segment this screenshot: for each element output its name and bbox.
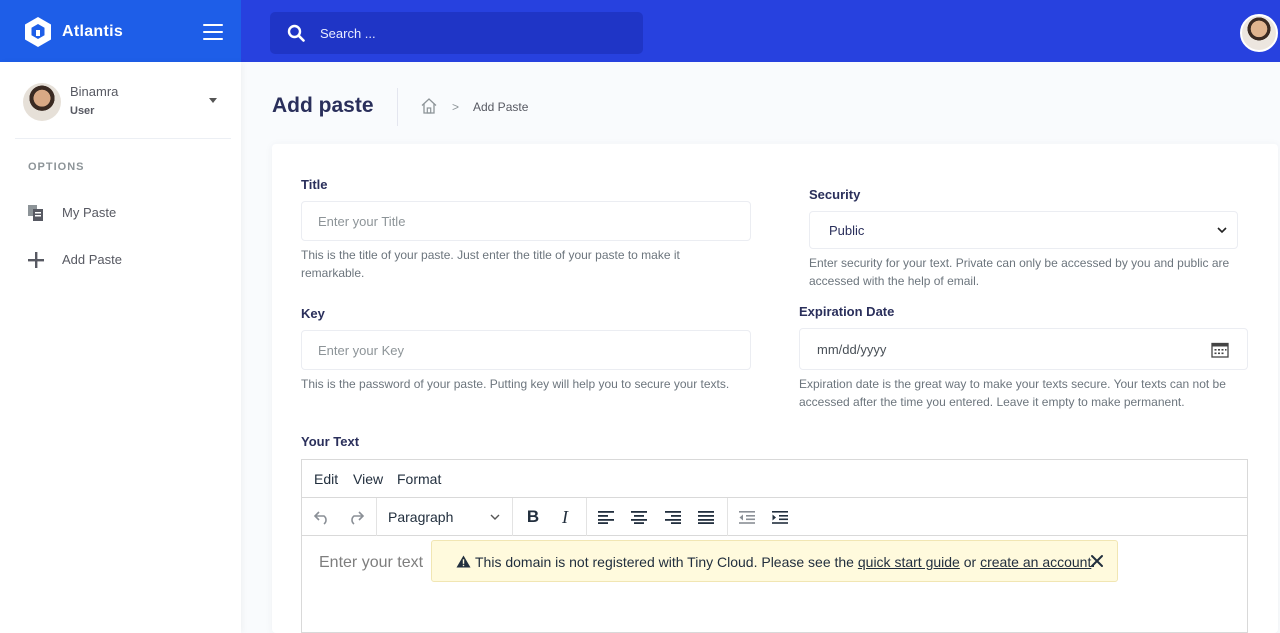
- security-label: Security: [809, 187, 861, 202]
- search-bar: [270, 12, 643, 54]
- key-label: Key: [301, 306, 325, 321]
- chevron-down-icon: [490, 514, 500, 520]
- expiration-help-text: Expiration date is the great way to make…: [799, 377, 1226, 409]
- quick-start-guide-link[interactable]: quick start guide: [858, 554, 960, 570]
- header-divider: [397, 88, 398, 126]
- align-right-icon[interactable]: [660, 505, 686, 529]
- calendar-icon[interactable]: [1211, 341, 1229, 358]
- bold-icon[interactable]: B: [520, 505, 546, 529]
- block-format-select[interactable]: Paragraph: [388, 505, 506, 529]
- align-left-icon[interactable]: [593, 505, 619, 529]
- create-account-link[interactable]: create an account: [980, 554, 1091, 570]
- menu-view[interactable]: View: [353, 471, 383, 487]
- editor-menubar: Edit View Format: [302, 460, 1247, 498]
- key-help-text: This is the password of your paste. Putt…: [301, 377, 730, 391]
- expiration-date-input[interactable]: mm/dd/yyyy: [799, 328, 1248, 370]
- sidebar-item-add-paste[interactable]: Add Paste: [27, 248, 227, 272]
- sidebar-section-label: OPTIONS: [28, 161, 85, 173]
- indent-icon[interactable]: [767, 505, 793, 529]
- search-icon[interactable]: [287, 24, 305, 42]
- plus-icon: [28, 252, 44, 268]
- caret-down-icon[interactable]: [209, 98, 217, 103]
- tiny-cloud-notice: This domain is not registered with Tiny …: [431, 540, 1118, 582]
- date-value: mm/dd/yyyy: [817, 342, 887, 357]
- italic-icon[interactable]: I: [552, 505, 578, 529]
- expiration-label: Expiration Date: [799, 304, 895, 319]
- align-center-icon[interactable]: [626, 505, 652, 529]
- user-avatar: [23, 83, 61, 121]
- breadcrumb-current[interactable]: Add Paste: [473, 100, 528, 114]
- atlantis-logo-icon: [25, 17, 51, 47]
- sidebar-item-label: My Paste: [62, 205, 117, 220]
- security-selected-value: Public: [829, 223, 865, 238]
- chevron-right-icon: >: [452, 100, 460, 114]
- security-help-text: Enter security for your text. Private ca…: [809, 256, 1230, 288]
- menu-format[interactable]: Format: [397, 471, 441, 487]
- app-name[interactable]: Atlantis: [62, 23, 123, 41]
- title-help-text: This is the title of your paste. Just en…: [301, 248, 680, 280]
- profile-avatar[interactable]: [1240, 14, 1278, 52]
- align-justify-icon[interactable]: [693, 505, 719, 529]
- security-select[interactable]: Public: [809, 211, 1238, 249]
- block-format-value: Paragraph: [388, 509, 454, 525]
- home-icon[interactable]: [420, 97, 438, 115]
- redo-icon[interactable]: [343, 505, 369, 529]
- logo-header: Atlantis: [0, 0, 241, 62]
- copy-icon: [28, 205, 43, 221]
- page-title: Add paste: [272, 94, 374, 117]
- rich-text-editor: Edit View Format Paragraph B I Enter you…: [301, 459, 1248, 633]
- user-menu[interactable]: Binamra User: [23, 80, 219, 140]
- user-name: Binamra: [70, 84, 119, 99]
- your-text-label: Your Text: [301, 434, 360, 449]
- sidebar-item-label: Add Paste: [62, 252, 122, 267]
- editor-content-area[interactable]: Enter your text This domain is not regis…: [302, 536, 1247, 632]
- sidebar: Binamra User OPTIONS My Paste Add Paste: [0, 62, 241, 633]
- sidebar-item-my-paste[interactable]: My Paste: [27, 201, 227, 225]
- title-input[interactable]: [301, 201, 751, 241]
- close-icon[interactable]: [1090, 554, 1104, 568]
- editor-placeholder: Enter your text: [319, 554, 424, 571]
- menu-toggle-icon[interactable]: [203, 24, 223, 40]
- chevron-down-icon: [1217, 227, 1227, 234]
- undo-icon[interactable]: [309, 505, 335, 529]
- sidebar-divider: [15, 138, 231, 139]
- user-role: User: [70, 105, 95, 117]
- key-input[interactable]: [301, 330, 751, 370]
- outdent-icon[interactable]: [734, 505, 760, 529]
- search-input[interactable]: [320, 23, 620, 43]
- warning-icon: [456, 555, 471, 568]
- notice-message: This domain is not registered with Tiny …: [475, 554, 1096, 570]
- title-label: Title: [301, 177, 328, 192]
- top-navbar: Atlantis: [0, 0, 1280, 62]
- menu-edit[interactable]: Edit: [314, 471, 338, 487]
- editor-toolbar: Paragraph B I: [302, 498, 1247, 536]
